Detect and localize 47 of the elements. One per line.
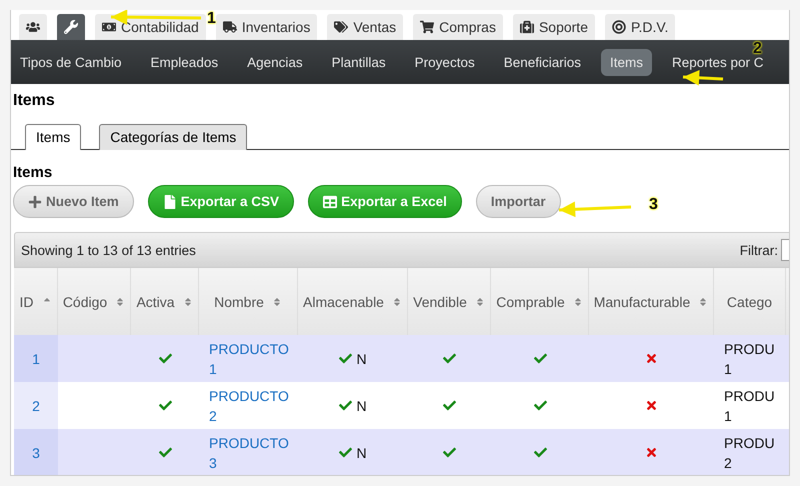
module-tab[interactable]: [57, 14, 85, 40]
file-icon: [162, 194, 177, 208]
page-title: Items: [12, 91, 56, 110]
nav-item[interactable]: Agencias: [238, 48, 312, 76]
table-cell-text: PRODU 1: [724, 340, 776, 378]
id-link[interactable]: 2: [32, 396, 40, 416]
tags-icon: [334, 20, 348, 34]
module-tab[interactable]: Inventarios: [216, 14, 318, 40]
nav-item[interactable]: Proyectos: [406, 48, 484, 76]
arrow-icon: [682, 70, 724, 86]
medkit-icon: [520, 20, 534, 34]
table-cell-text: PRODU 1: [724, 386, 776, 426]
arrow-icon: [558, 202, 632, 218]
tab[interactable]: Categorías de Items: [99, 124, 248, 150]
module-tab[interactable]: Soporte: [512, 14, 595, 40]
nav-item[interactable]: Plantillas: [322, 48, 395, 76]
money-icon: [102, 20, 116, 34]
target-icon: [612, 20, 626, 34]
callout-number: 1: [207, 10, 216, 28]
table-cell-text: N: [356, 444, 367, 462]
wrench-icon: [64, 20, 78, 34]
section-title: Items: [12, 163, 54, 183]
table-cell-text: N: [356, 396, 367, 416]
table-cell-text: PRODU 2: [724, 434, 776, 472]
filter-label: Filtrar:: [740, 242, 778, 258]
nav-item[interactable]: Empleados: [142, 48, 228, 76]
table-cell-text: N: [356, 350, 367, 368]
action-button[interactable]: Importar: [476, 185, 561, 218]
nav-item[interactable]: Beneficiarios: [494, 48, 590, 76]
action-button[interactable]: Nuevo Item: [13, 185, 134, 218]
id-link[interactable]: 1: [32, 348, 40, 368]
callout-number: 2: [753, 40, 762, 58]
module-tab[interactable]: P.D.V.: [605, 14, 676, 40]
module-tab[interactable]: [19, 14, 47, 40]
callout-number: 3: [649, 196, 658, 214]
nav-item[interactable]: Tipos de Cambio: [11, 48, 131, 76]
nav-item[interactable]: Items: [601, 48, 652, 76]
users-icon: [26, 20, 40, 34]
module-tab[interactable]: Compras: [413, 14, 503, 40]
tab[interactable]: Items: [25, 124, 82, 150]
table-icon: [323, 194, 338, 208]
plus-icon: [28, 194, 42, 208]
truck-icon: [222, 20, 237, 34]
cart-icon: [420, 20, 434, 34]
module-tab[interactable]: Ventas: [327, 14, 404, 40]
id-link[interactable]: 3: [32, 442, 40, 462]
entries-info: Showing 1 to 13 of 13 entries: [21, 242, 196, 258]
